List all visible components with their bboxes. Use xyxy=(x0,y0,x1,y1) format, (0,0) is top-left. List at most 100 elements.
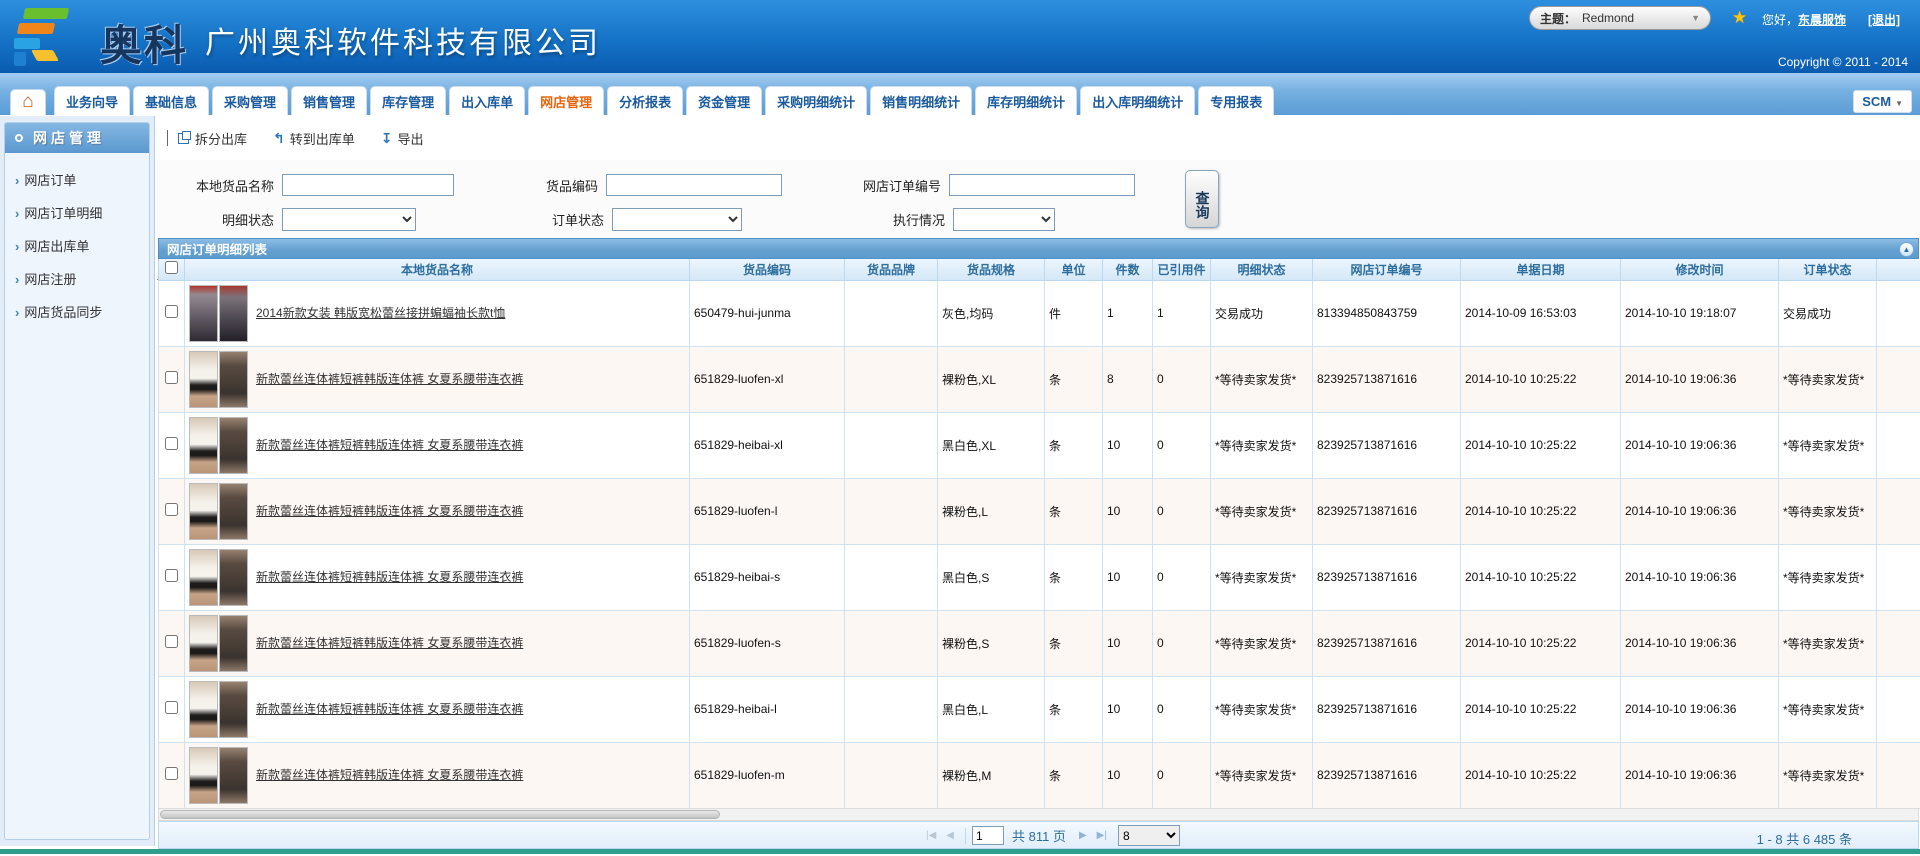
scrollbar-thumb[interactable] xyxy=(160,810,720,819)
product-image[interactable] xyxy=(189,549,218,606)
column-header-spec[interactable]: 货品规格 xyxy=(938,259,1045,280)
nav-tab-11[interactable]: 库存明细统计 xyxy=(975,86,1077,115)
product-image[interactable] xyxy=(219,351,248,408)
cell-used: 0 xyxy=(1153,544,1211,610)
page-number-input[interactable] xyxy=(972,826,1004,845)
product-image[interactable] xyxy=(219,681,248,738)
product-image[interactable] xyxy=(219,615,248,672)
product-image[interactable] xyxy=(219,285,248,342)
product-name-link[interactable]: 2014新款女装 韩版宽松蕾丝接拼蝙蝠袖长款t恤 xyxy=(256,306,505,321)
row-checkbox[interactable] xyxy=(165,569,178,582)
row-checkbox[interactable] xyxy=(165,371,178,384)
row-checkbox[interactable] xyxy=(165,767,178,780)
horizontal-scrollbar[interactable] xyxy=(158,808,1919,821)
column-header-name[interactable]: 本地货品名称 xyxy=(185,259,690,280)
nav-tab-5[interactable]: 出入库单 xyxy=(449,86,525,115)
column-header-code[interactable]: 货品编码 xyxy=(690,259,845,280)
product-image[interactable] xyxy=(219,549,248,606)
cell-modified: 2014-10-10 19:06:36 xyxy=(1621,346,1779,412)
toolbar-button-2[interactable]: ↧导出 xyxy=(381,129,424,148)
sidebar-item-4[interactable]: ›网店货品同步 xyxy=(15,295,149,328)
product-name-link[interactable]: 新款蕾丝连体裤短裤韩版连体裤 女夏系腰带连衣裤 xyxy=(256,504,523,519)
search-button[interactable]: 查询 xyxy=(1185,170,1219,228)
select-all-header[interactable] xyxy=(159,259,185,280)
filter-input-2[interactable] xyxy=(949,174,1135,196)
column-header-extra[interactable]: 退 xyxy=(1877,259,1920,280)
nav-tab-3[interactable]: 销售管理 xyxy=(291,86,367,115)
cell-spec: 黑白色,XL xyxy=(938,412,1045,478)
column-header-qty[interactable]: 件数 xyxy=(1103,259,1153,280)
page-size-select[interactable]: 8 xyxy=(1118,825,1180,846)
nav-tab-6[interactable]: 网店管理 xyxy=(528,86,604,115)
nav-tab-10[interactable]: 销售明细统计 xyxy=(870,86,972,115)
product-name-link[interactable]: 新款蕾丝连体裤短裤韩版连体裤 女夏系腰带连衣裤 xyxy=(256,372,523,387)
column-header-order_no[interactable]: 网店订单编号 xyxy=(1313,259,1461,280)
product-image[interactable] xyxy=(189,747,218,804)
nav-tab-1[interactable]: 基础信息 xyxy=(133,86,209,115)
home-tab[interactable]: ⌂ xyxy=(10,89,46,115)
column-header-detail_status[interactable]: 明细状态 xyxy=(1211,259,1313,280)
favorite-star-icon[interactable]: ★ xyxy=(1732,8,1747,28)
product-name-link[interactable]: 新款蕾丝连体裤短裤韩版连体裤 女夏系腰带连衣裤 xyxy=(256,438,523,453)
row-checkbox[interactable] xyxy=(165,503,178,516)
product-name-link[interactable]: 新款蕾丝连体裤短裤韩版连体裤 女夏系腰带连衣裤 xyxy=(256,702,523,717)
row-checkbox[interactable] xyxy=(165,437,178,450)
sidebar-item-2[interactable]: ›网店出库单 xyxy=(15,229,149,262)
filter-select-0[interactable] xyxy=(282,208,416,231)
sidebar-item-1[interactable]: ›网店订单明细 xyxy=(15,196,149,229)
logout-link[interactable]: [退出] xyxy=(1868,11,1900,28)
last-page-icon[interactable]: ▶| xyxy=(1097,830,1107,841)
product-image[interactable] xyxy=(189,615,218,672)
filter-select-2[interactable] xyxy=(953,208,1055,231)
column-header-modified[interactable]: 修改时间 xyxy=(1621,259,1779,280)
product-image[interactable] xyxy=(219,747,248,804)
product-image[interactable] xyxy=(219,483,248,540)
cell-order_status: *等待卖家发货* xyxy=(1779,346,1877,412)
nav-tab-2[interactable]: 采购管理 xyxy=(212,86,288,115)
column-header-doc_date[interactable]: 单据日期 xyxy=(1461,259,1621,280)
product-name-link[interactable]: 新款蕾丝连体裤短裤韩版连体裤 女夏系腰带连衣裤 xyxy=(256,636,523,651)
username-link[interactable]: 东晨服饰 xyxy=(1798,13,1846,27)
column-header-used[interactable]: 已引用件 xyxy=(1153,259,1211,280)
product-name-link[interactable]: 新款蕾丝连体裤短裤韩版连体裤 女夏系腰带连衣裤 xyxy=(256,570,523,585)
column-header-unit[interactable]: 单位 xyxy=(1045,259,1103,280)
filter-input-1[interactable] xyxy=(606,174,782,196)
prev-page-icon[interactable]: ◀ xyxy=(946,830,954,841)
theme-selector[interactable]: 主题： Redmond ▼ xyxy=(1529,6,1711,30)
cell-order_status: *等待卖家发货* xyxy=(1779,478,1877,544)
next-page-icon[interactable]: ▶ xyxy=(1079,830,1087,841)
nav-tab-9[interactable]: 采购明细统计 xyxy=(765,86,867,115)
toolbar-button-1[interactable]: ↰转到出库单 xyxy=(273,129,355,148)
product-image[interactable] xyxy=(189,351,218,408)
nav-tab-12[interactable]: 出入库明细统计 xyxy=(1080,86,1195,115)
filter-select-1[interactable] xyxy=(612,208,742,231)
filter-input-0[interactable] xyxy=(282,174,454,196)
filter-label: 网店订单编号 xyxy=(834,176,949,195)
product-image[interactable] xyxy=(189,285,218,342)
product-image[interactable] xyxy=(219,417,248,474)
product-image[interactable] xyxy=(189,483,218,540)
product-image[interactable] xyxy=(189,681,218,738)
row-checkbox[interactable] xyxy=(165,635,178,648)
nav-tab-13[interactable]: 专用报表 xyxy=(1198,86,1274,115)
scm-button[interactable]: SCM▼ xyxy=(1853,90,1912,113)
collapse-icon[interactable]: ▲ xyxy=(1899,242,1914,257)
nav-tab-0[interactable]: 业务向导 xyxy=(54,86,130,115)
select-all-checkbox[interactable] xyxy=(165,261,178,274)
nav-tab-8[interactable]: 资金管理 xyxy=(686,86,762,115)
cell-modified: 2014-10-10 19:06:36 xyxy=(1621,478,1779,544)
product-image[interactable] xyxy=(189,417,218,474)
row-checkbox[interactable] xyxy=(165,305,178,318)
toolbar-button-0[interactable]: 拆分出库 xyxy=(178,129,247,148)
nav-tab-4[interactable]: 库存管理 xyxy=(370,86,446,115)
row-checkbox[interactable] xyxy=(165,701,178,714)
sidebar-item-0[interactable]: ›网店订单 xyxy=(15,163,149,196)
column-header-brand[interactable]: 货品品牌 xyxy=(845,259,938,280)
cell-order_no: 823925713871616 xyxy=(1313,544,1461,610)
nav-tab-7[interactable]: 分析报表 xyxy=(607,86,683,115)
first-page-icon[interactable]: |◀ xyxy=(926,830,936,841)
column-header-order_status[interactable]: 订单状态 xyxy=(1779,259,1877,280)
product-name-link[interactable]: 新款蕾丝连体裤短裤韩版连体裤 女夏系腰带连衣裤 xyxy=(256,768,523,783)
company-name: 广州奥科软件科技有限公司 xyxy=(205,18,601,62)
sidebar-item-3[interactable]: ›网店注册 xyxy=(15,262,149,295)
